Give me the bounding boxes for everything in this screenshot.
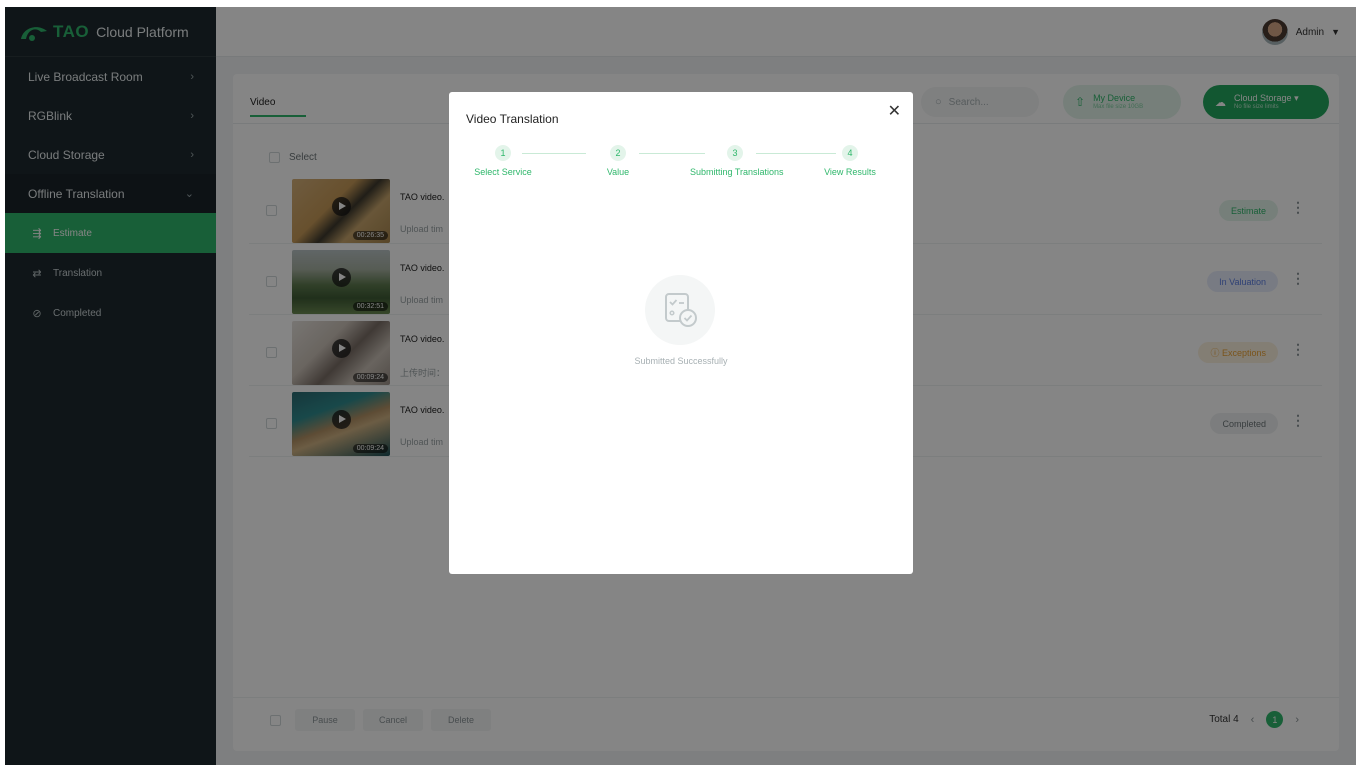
- submitted-success-icon: [645, 275, 715, 345]
- step-4: 4 View Results: [805, 145, 895, 177]
- stepper: 1 Select Service 2 Value 3 Submitting Tr…: [469, 145, 899, 185]
- step-3: 3 Submitting Translations: [690, 145, 784, 177]
- step-number: 4: [842, 145, 858, 161]
- step-number: 2: [610, 145, 626, 161]
- step-number: 3: [727, 145, 743, 161]
- step-label: Submitting Translations: [690, 167, 784, 177]
- step-1: 1 Select Service: [458, 145, 548, 177]
- step-label: Value: [606, 167, 630, 177]
- step-number: 1: [495, 145, 511, 161]
- step-2: 2 Value: [573, 145, 663, 177]
- success-message: Submitted Successfully: [634, 356, 728, 366]
- step-label: View Results: [824, 167, 876, 177]
- close-icon[interactable]: ✕: [888, 104, 901, 120]
- step-label: Select Service: [474, 167, 532, 177]
- dialog-title: Video Translation: [466, 112, 559, 126]
- video-translation-dialog: Video Translation ✕ 1 Select Service 2 V…: [449, 92, 913, 574]
